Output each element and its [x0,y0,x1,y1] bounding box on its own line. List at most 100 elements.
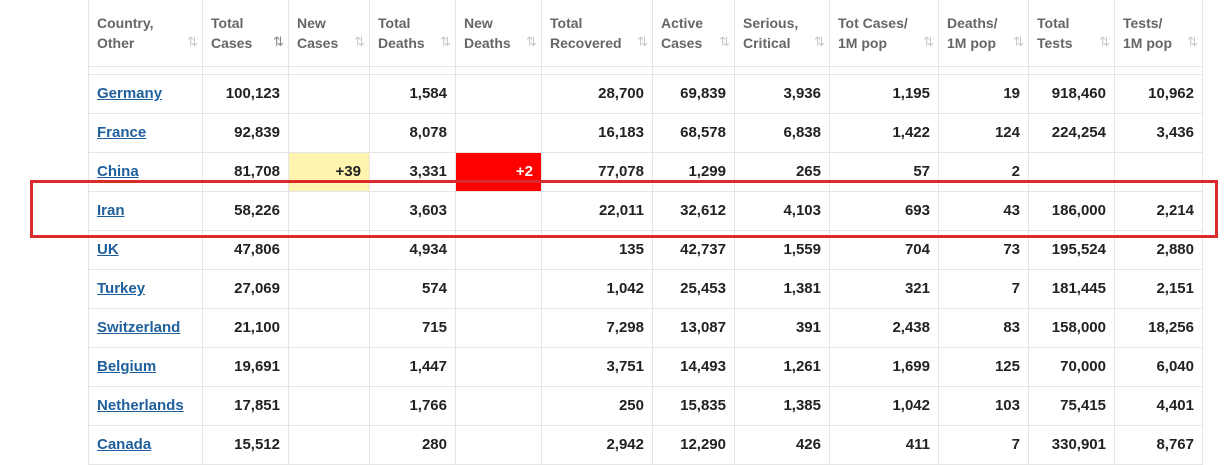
cell-new-cases: +39 [288,151,370,192]
country-link[interactable]: Netherlands [97,397,184,414]
cell-total-deaths: 715 [369,307,456,348]
sort-icon[interactable]: ⇅ [187,32,198,52]
country-link[interactable]: Iran [97,202,125,219]
sort-icon[interactable]: ⇅ [923,32,934,52]
cell-tot-cases-per-1m: 1,195 [829,73,939,114]
column-header-tot-cases-per-1m[interactable]: Tot Cases/1M pop ⇅ [829,0,939,67]
column-header-total-cases[interactable]: Total Cases ⇅ [202,0,289,67]
table-row: UK 47,806 4,934 135 42,737 1,559 704 73 195,524 2… [88,229,1203,270]
sort-icon[interactable]: ⇅ [1013,32,1024,52]
column-header-label: Deaths [378,34,425,51]
sort-icon[interactable]: ⇅ [440,32,451,52]
cell-new-cases [288,229,370,270]
column-header-total-recovered[interactable]: Total Recovered ⇅ [541,0,653,67]
cell-new-cases [288,73,370,114]
column-header-label: Total [1037,14,1070,31]
column-header-label: Tests/ [1123,14,1163,31]
country-link[interactable]: Turkey [97,280,145,297]
table-body: Germany 100,123 1,584 28,700 69,839 3,936 1,19… [88,65,1203,465]
divider-cell [202,65,289,75]
country-link[interactable]: Switzerland [97,319,180,336]
cell-total-recovered: 1,042 [541,268,653,309]
column-header-tests-per-1m[interactable]: Tests/1M pop ⇅ [1114,0,1203,67]
cell-active-cases: 25,453 [652,268,735,309]
cell-new-cases [288,385,370,426]
cell-tests-per-1m: 2,151 [1114,268,1203,309]
sort-icon[interactable]: ⇅ [719,32,730,52]
country-link[interactable]: France [97,124,146,141]
cell-total-tests: 330,901 [1028,424,1115,465]
cell-active-cases: 13,087 [652,307,735,348]
divider-cell [88,65,203,75]
country-link[interactable]: Germany [97,85,162,102]
column-header-label: Total [211,14,244,31]
cell-country: Germany [88,73,203,114]
divider-cell [1114,65,1203,75]
cell-total-tests: 70,000 [1028,346,1115,387]
cell-total-tests [1028,151,1115,192]
column-header-serious-critical[interactable]: Serious, Critical ⇅ [734,0,830,67]
cell-total-cases: 17,851 [202,385,289,426]
column-header-label: New [297,14,326,31]
cell-country: Switzerland [88,307,203,348]
table-row: Switzerland 21,100 715 7,298 13,087 391 2,438 8… [88,307,1203,348]
cell-tests-per-1m: 3,436 [1114,112,1203,153]
column-header-label: 1M pop [838,34,887,51]
sort-icon[interactable]: ⇅ [273,32,284,52]
sort-icon[interactable]: ⇅ [354,32,365,52]
column-header-total-deaths[interactable]: Total Deaths ⇅ [369,0,456,67]
cell-tot-cases-per-1m: 57 [829,151,939,192]
column-header-label: 1M pop [947,34,996,51]
cell-serious-critical: 265 [734,151,830,192]
sort-icon[interactable]: ⇅ [1187,32,1198,52]
sort-icon[interactable]: ⇅ [526,32,537,52]
country-link[interactable]: Canada [97,436,151,453]
divider-cell [541,65,653,75]
divider-cell [455,65,542,75]
country-link[interactable]: UK [97,241,119,258]
column-header-label: Tests [1037,34,1073,51]
sort-icon[interactable]: ⇅ [814,32,825,52]
column-header-new-deaths[interactable]: New Deaths ⇅ [455,0,542,67]
cell-total-tests: 195,524 [1028,229,1115,270]
cell-total-deaths: 1,584 [369,73,456,114]
country-link[interactable]: China [97,163,139,180]
column-header-active-cases[interactable]: Active Cases ⇅ [652,0,735,67]
table-row: Canada 15,512 280 2,942 12,290 426 411 7 330,901… [88,424,1203,465]
column-header-label: Deaths/ [947,14,998,31]
column-header-country[interactable]: Country, Other ⇅ [88,0,203,67]
cell-tests-per-1m: 4,401 [1114,385,1203,426]
cell-total-tests: 186,000 [1028,190,1115,231]
sort-icon[interactable]: ⇅ [1099,32,1110,52]
sort-icon[interactable]: ⇅ [637,32,648,52]
cell-serious-critical: 1,261 [734,346,830,387]
cell-total-recovered: 3,751 [541,346,653,387]
table-row: Netherlands 17,851 1,766 250 15,835 1,385 1,04… [88,385,1203,426]
column-header-total-tests[interactable]: Total Tests ⇅ [1028,0,1115,67]
divider-cell [369,65,456,75]
divider-cell [938,65,1029,75]
cell-serious-critical: 3,936 [734,73,830,114]
cell-total-deaths: 3,603 [369,190,456,231]
cell-deaths-per-1m: 103 [938,385,1029,426]
country-link[interactable]: Belgium [97,358,156,375]
column-header-deaths-per-1m[interactable]: Deaths/1M pop ⇅ [938,0,1029,67]
column-header-label: Tot Cases/ [838,14,908,31]
cell-new-cases [288,112,370,153]
column-header-new-cases[interactable]: New Cases ⇅ [288,0,370,67]
cell-total-recovered: 77,078 [541,151,653,192]
cell-deaths-per-1m: 83 [938,307,1029,348]
cell-total-cases: 100,123 [202,73,289,114]
column-header-label: Other [97,34,135,51]
table-row: France 92,839 8,078 16,183 68,578 6,838 1,422 1… [88,112,1203,153]
cell-new-deaths [455,112,542,153]
cell-deaths-per-1m: 2 [938,151,1029,192]
column-header-label: Serious, [743,14,799,31]
cell-country: Iran [88,190,203,231]
cell-active-cases: 14,493 [652,346,735,387]
cell-total-deaths: 280 [369,424,456,465]
cell-total-cases: 81,708 [202,151,289,192]
cell-country: France [88,112,203,153]
cell-new-deaths [455,385,542,426]
cell-new-cases [288,307,370,348]
